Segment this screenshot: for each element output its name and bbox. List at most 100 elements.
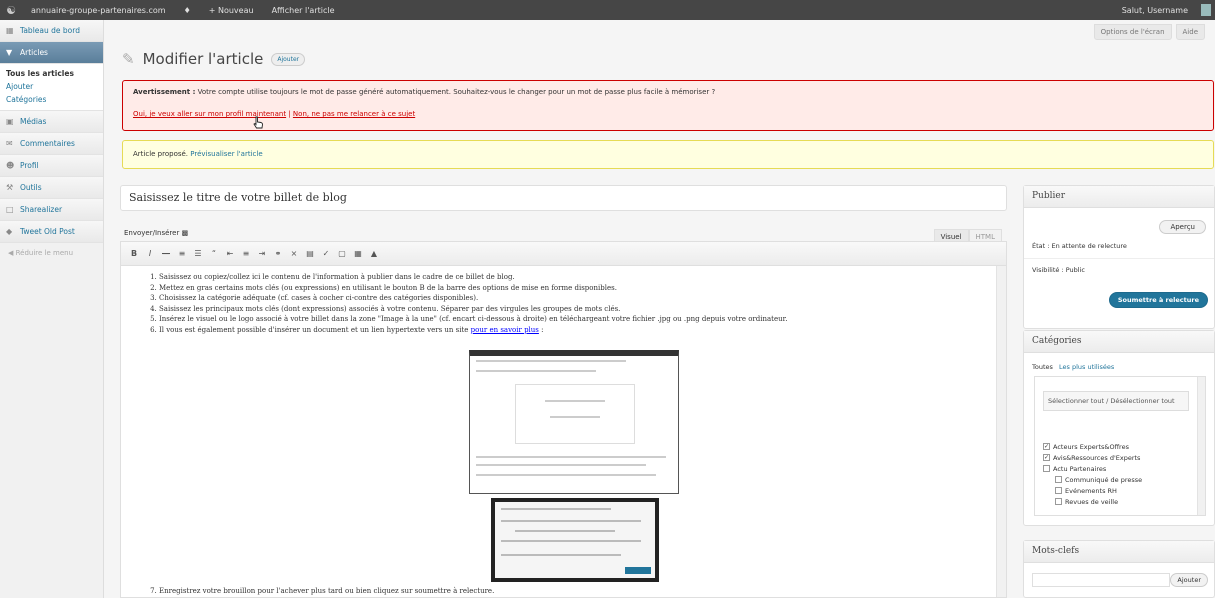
list-item: Saisissez ou copiez/collez ici le conten… [159,272,995,283]
category-item[interactable]: Communiqué de presse [1043,474,1142,485]
category-label: Acteurs Experts&Offres [1053,442,1129,451]
sidebar-item-dashboard[interactable]: ▦ Tableau de bord [0,20,103,42]
upload-insert[interactable]: Envoyer/Insérer ▩ [124,229,188,237]
admin-bar-new-label: Nouveau [217,5,254,15]
category-scrollbar[interactable] [1197,377,1205,515]
embedded-screenshot-link-dialog[interactable] [491,498,659,582]
submenu-add[interactable]: Ajouter [0,80,103,93]
admin-bar-new-link[interactable]: + Nouveau [200,6,263,15]
fullscreen-icon[interactable]: ▢ [335,247,349,261]
dashboard-icon: ▦ [6,26,14,35]
password-warning-notice: Avertissement : Votre compte utilise tou… [122,80,1214,131]
list-item: Insérez le visuel ou le logo associé à v… [159,314,995,325]
admin-bar: ☯ annuaire-groupe-partenaires.com ♦ + No… [0,0,1215,20]
collapse-menu-button[interactable]: ◀ Réduire le menu [0,243,103,257]
strikethrough-icon[interactable]: — [159,247,173,261]
avatar[interactable] [1201,4,1211,16]
editor-scrollbar[interactable] [996,266,1006,597]
category-item[interactable]: ✓ Acteurs Experts&Offres [1043,441,1142,452]
category-items: ✓ Acteurs Experts&Offres ✓ Avis&Ressources… [1043,441,1142,507]
category-item[interactable]: ✓ Avis&Ressources d'Experts [1043,452,1142,463]
page-title: Modifier l'article [142,50,264,68]
add-tag-button[interactable]: Ajouter [1170,573,1208,587]
unlink-icon[interactable]: ⨯ [287,247,301,261]
align-left-icon[interactable]: ⇤ [223,247,237,261]
category-item[interactable]: Actu Partenaires [1043,463,1142,474]
checkbox[interactable] [1055,476,1062,483]
dismiss-notice-link[interactable]: Non, ne pas me relancer à ce sujet [293,110,415,118]
notice-text: Avertissement : Votre compte utilise tou… [133,88,1203,96]
category-checklist: Sélectionner tout / Désélectionner tout … [1034,376,1206,516]
divider [1024,258,1214,259]
wordpress-logo-icon[interactable]: ☯ [0,0,22,20]
sidebar-item-sharealizer[interactable]: □ Sharealizer [0,199,103,221]
select-all-categories-button[interactable]: Sélectionner tout / Désélectionner tout [1043,391,1189,411]
add-new-button[interactable]: Ajouter [271,52,306,66]
submenu-all-articles[interactable]: Tous les articles [0,67,103,80]
tab-popular-categories[interactable]: Les plus utilisées [1059,363,1114,371]
list-item: Mettez en gras certains mots clés (ou ex… [159,283,995,294]
tag-input[interactable] [1032,573,1170,587]
admin-bar-site-link[interactable]: annuaire-groupe-partenaires.com [22,6,175,15]
post-title-input[interactable]: Saisissez le titre de votre billet de bl… [120,185,1007,211]
comments-icon[interactable]: ♦ [175,6,200,15]
submenu-categories[interactable]: Catégories [0,93,103,106]
help-button[interactable]: Aide [1175,24,1205,40]
article-submitted-notice: Article proposé. Prévisualiser l'article [122,140,1214,169]
blockquote-icon[interactable]: “ [207,247,221,261]
tab-all-categories[interactable]: Toutes [1032,363,1053,371]
sidebar-item-label: Tableau de bord [20,26,80,35]
category-item[interactable]: Evénements RH [1043,485,1142,496]
bold-icon[interactable]: B [127,247,141,261]
more-tag-icon[interactable]: ▤ [303,247,317,261]
link-separator: | [288,110,291,118]
sidebar-item-label: Profil [20,161,39,170]
sidebar-item-tools[interactable]: ⚒ Outils [0,177,103,199]
preview-article-link[interactable]: Prévisualiser l'article [190,150,262,158]
checkbox[interactable]: ✓ [1043,443,1050,450]
spellcheck-icon[interactable]: ✓ [319,247,333,261]
post-visibility: Visibilité : Public [1032,266,1085,274]
screen-options-button[interactable]: Options de l'écran [1093,24,1172,40]
sidebar-item-label: Médias [20,117,47,126]
tags-box-title: Mots-clefs [1024,541,1214,563]
sidebar-item-articles[interactable]: ▼ Articles [0,42,103,64]
category-tabs: Toutes Les plus utilisées [1032,363,1114,371]
user-icon: ☻ [6,161,15,170]
align-right-icon[interactable]: ⇥ [255,247,269,261]
comments-icon: ✉ [6,139,13,148]
post-status: État : En attente de relecture [1032,242,1127,250]
submit-for-review-button[interactable]: Soumettre à relecture [1108,292,1208,308]
sidebar-item-comments[interactable]: ✉ Commentaires [0,133,103,155]
bullet-list-icon[interactable]: ≡ [175,247,189,261]
sidebar-item-label: Tweet Old Post [20,227,75,236]
preview-button[interactable]: Aperçu [1159,220,1206,234]
checkbox[interactable] [1055,487,1062,494]
sidebar-item-label: Outils [20,183,42,192]
category-item[interactable]: Revues de veille [1043,496,1142,507]
add-media-icon[interactable]: ▩ [182,229,189,237]
admin-bar-account[interactable]: Salut, Username [1113,6,1197,15]
kitchen-sink-icon[interactable]: ▦ [351,247,365,261]
editor-content-area[interactable]: Saisissez ou copiez/collez ici le conten… [120,265,1007,598]
learn-more-link[interactable]: pour en savoir plus [471,326,539,334]
sidebar-item-profile[interactable]: ☻ Profil [0,155,103,177]
publish-box: Publier Aperçu État : En attente de rele… [1023,185,1215,329]
align-center-icon[interactable]: ≡ [239,247,253,261]
checkbox[interactable] [1055,498,1062,505]
pin-icon: ▼ [6,48,13,57]
italic-icon[interactable]: I [143,247,157,261]
notice-message: Votre compte utilise toujours le mot de … [197,88,716,96]
media-icon: ▣ [6,117,14,126]
checkbox[interactable] [1043,465,1050,472]
list-item: Saisissez les principaux mots clés (dont… [159,304,995,315]
embedded-screenshot-media-dialog[interactable] [469,350,679,494]
plugin-icon: ◆ [6,227,13,236]
checkbox[interactable]: ✓ [1043,454,1050,461]
sidebar-item-media[interactable]: ▣ Médias [0,111,103,133]
sidebar-item-tweet-old-post[interactable]: ◆ Tweet Old Post [0,221,103,243]
numbered-list-icon[interactable]: ☰ [191,247,205,261]
insert-icon[interactable]: ▲ [367,247,381,261]
link-icon[interactable]: ⚭ [271,247,285,261]
admin-bar-view-link[interactable]: Afficher l'article [263,6,344,15]
